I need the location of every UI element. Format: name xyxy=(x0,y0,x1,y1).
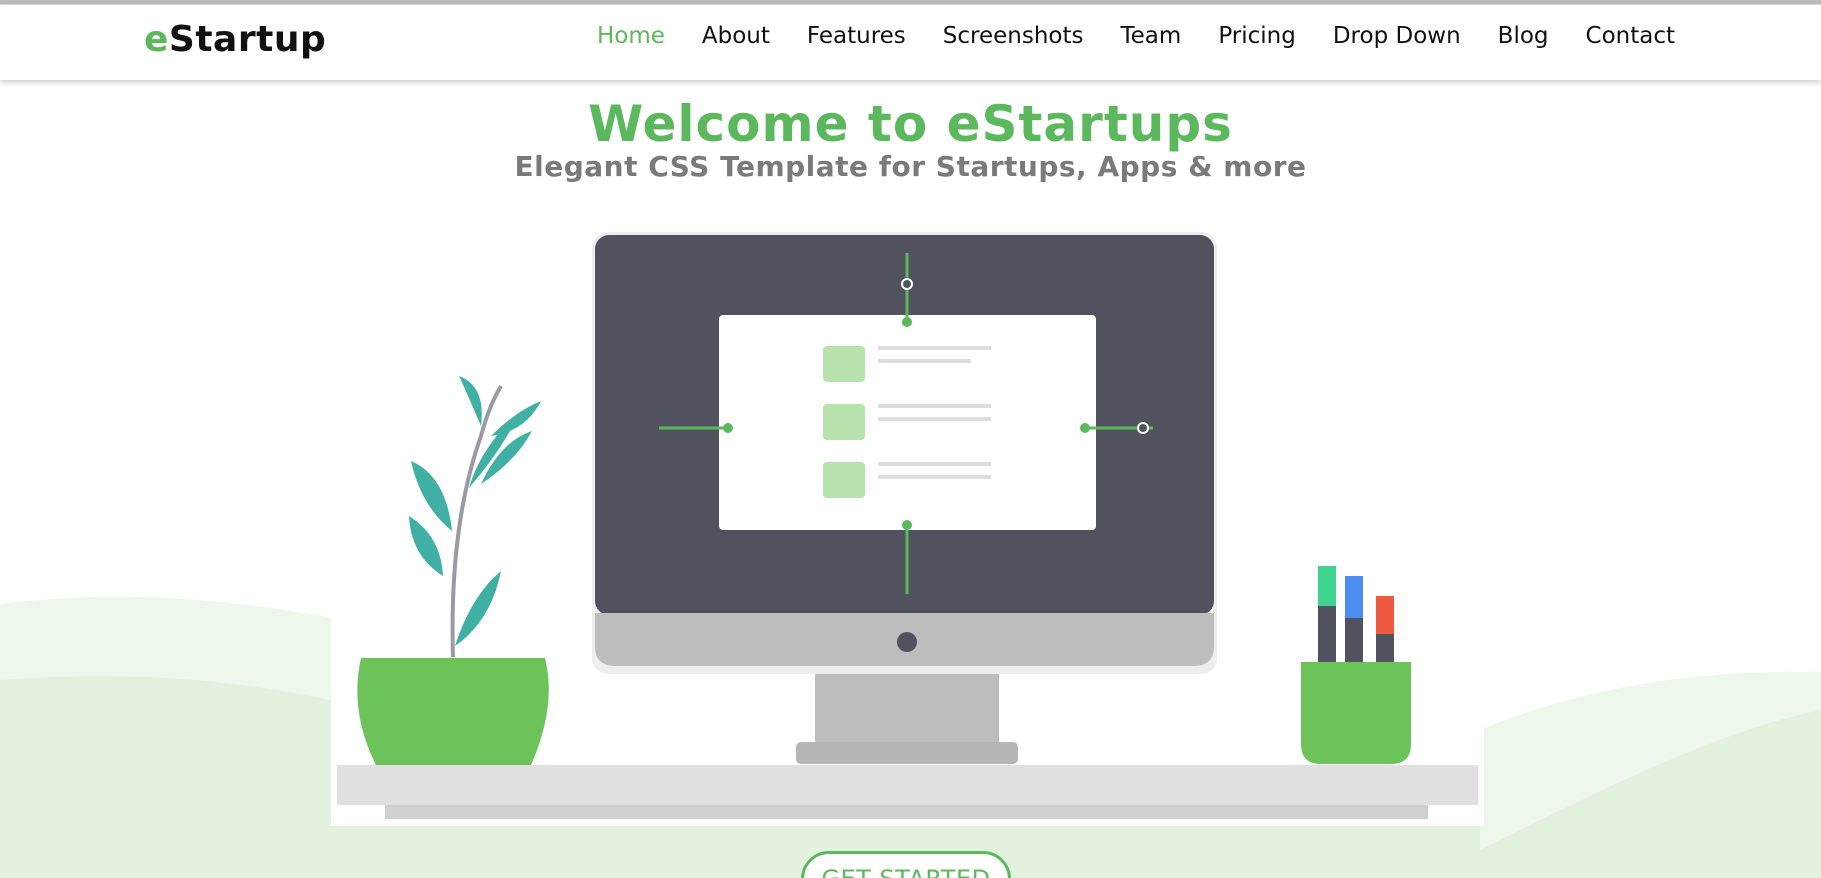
nav-home[interactable]: Home xyxy=(597,23,665,49)
brand-logo[interactable]: eStartup xyxy=(144,19,326,60)
get-started-button[interactable]: GET STARTED xyxy=(801,851,1011,878)
nav-contact[interactable]: Contact xyxy=(1586,23,1675,49)
hero-title: Welcome to eStartups xyxy=(588,95,1233,153)
nav-drop-down[interactable]: Drop Down xyxy=(1333,23,1461,49)
hero-subtitle: Elegant CSS Template for Startups, Apps … xyxy=(514,150,1307,183)
nav-about[interactable]: About xyxy=(702,23,770,49)
nav-team[interactable]: Team xyxy=(1121,23,1182,49)
brand-prefix: e xyxy=(144,19,169,60)
navbar: eStartup Home About Features Screenshots… xyxy=(0,5,1821,80)
nav-blog[interactable]: Blog xyxy=(1498,23,1549,49)
nav-screenshots[interactable]: Screenshots xyxy=(943,23,1084,49)
desk-illustration xyxy=(331,226,1484,826)
brand-name: Startup xyxy=(168,19,327,60)
nav-pricing[interactable]: Pricing xyxy=(1218,23,1296,49)
main-nav: Home About Features Screenshots Team Pri… xyxy=(560,23,1675,49)
nav-features[interactable]: Features xyxy=(807,23,906,49)
